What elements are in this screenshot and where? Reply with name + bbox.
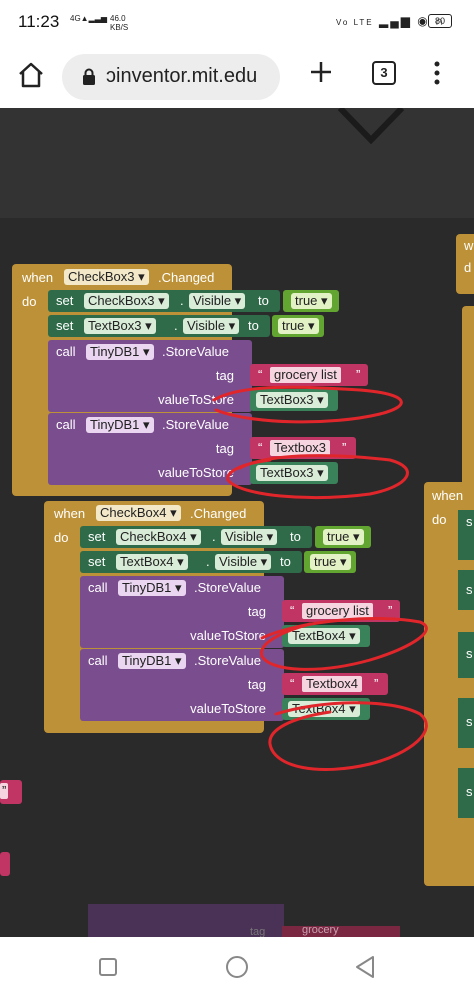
battery-level: 80 — [434, 16, 445, 26]
square-icon[interactable] — [98, 957, 118, 982]
volte-icon: Vo LTE — [336, 18, 374, 27]
triangle-back-icon[interactable] — [354, 955, 376, 984]
blocks-workspace[interactable]: w d when do s s s s s ” when CheckBox3 ▾… — [0, 108, 474, 937]
status-bar: 11:23 4G▲▂▃▅ 46.0 KB/S Vo LTE ▂▄▆ ◉ ∩ 80 — [0, 0, 474, 44]
home-icon[interactable] — [16, 60, 46, 95]
browser-toolbar: ɔinventor.mit.edu 3 — [0, 44, 474, 108]
network-type: 4G — [70, 14, 81, 23]
navigation-bar — [0, 937, 474, 1000]
battery-icon: 80 — [428, 14, 452, 28]
network-indicator: 4G▲▂▃▅ — [70, 14, 108, 23]
red-annotation-scribbles — [212, 385, 428, 771]
speed-unit: KB/S — [110, 23, 129, 32]
tab-switcher-button[interactable]: 3 — [372, 61, 396, 85]
kebab-menu-icon[interactable] — [432, 60, 442, 91]
status-time: 11:23 — [18, 12, 60, 31]
plus-icon[interactable] — [309, 60, 333, 89]
url-text[interactable]: ɔinventor.mit.edu — [106, 65, 257, 88]
network-speed: 46.0 KB/S — [110, 14, 128, 32]
circle-icon[interactable] — [225, 955, 249, 984]
speed-value: 46.0 — [110, 14, 126, 23]
lock-icon[interactable] — [82, 68, 96, 91]
